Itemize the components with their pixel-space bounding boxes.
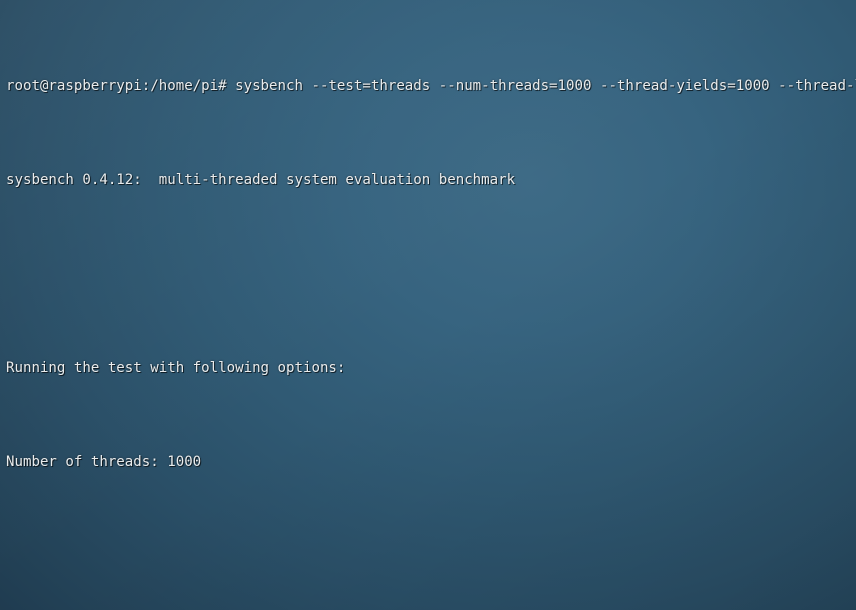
- terminal-screen[interactable]: root@raspberrypi:/home/pi# sysbench --te…: [0, 0, 856, 610]
- terminal-window[interactable]: root@raspberrypi:/home/pi# sysbench --te…: [0, 0, 856, 610]
- options-header-line: Running the test with following options:: [6, 357, 856, 380]
- command-line[interactable]: root@raspberrypi:/home/pi# sysbench --te…: [6, 75, 856, 98]
- num-threads-line: Number of threads: 1000: [6, 451, 856, 474]
- blank-line: [6, 263, 856, 286]
- blank-line: [6, 544, 856, 567]
- sysbench-banner-line: sysbench 0.4.12: multi-threaded system e…: [6, 169, 856, 192]
